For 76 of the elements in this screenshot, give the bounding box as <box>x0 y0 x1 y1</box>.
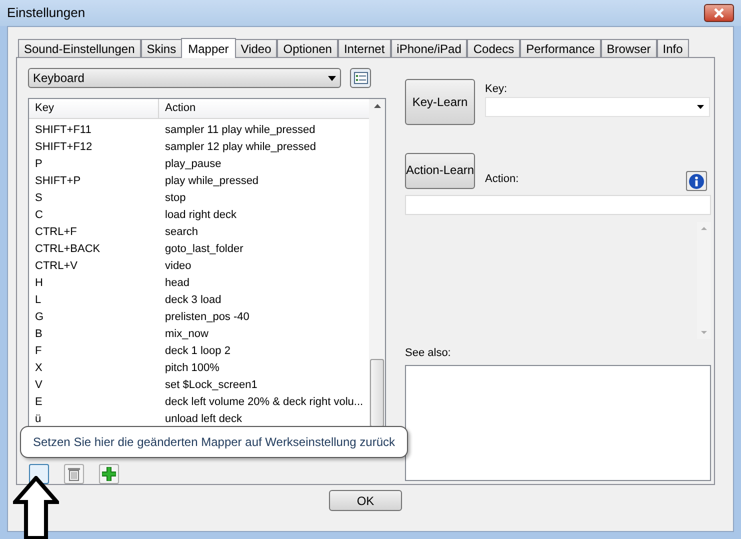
table-cell-text: deck left volume 20% & deck right volu... <box>164 395 364 410</box>
tab[interactable]: iPhone/iPad <box>390 39 468 57</box>
table-cell-text: stop <box>164 191 187 206</box>
table-cell-text: G <box>34 310 45 326</box>
ok-button[interactable]: OK <box>329 490 402 511</box>
plus-icon <box>102 467 116 481</box>
action-field[interactable] <box>405 195 711 215</box>
tab[interactable]: Performance <box>520 39 601 57</box>
scroll-up-icon <box>374 104 381 108</box>
table-cell-text: load right deck <box>164 208 238 224</box>
tab[interactable]: Mapper <box>181 38 236 58</box>
column-header[interactable]: Action <box>159 99 370 118</box>
trash-icon <box>68 467 80 481</box>
table-cell-text: SHIFT+F12 <box>34 140 94 156</box>
table-cell-text: sampler 12 play while_pressed <box>164 140 318 156</box>
table-cell-text: goto_last_folder <box>164 242 244 258</box>
delete-button[interactable] <box>64 464 84 484</box>
action-label: Action: <box>485 172 519 186</box>
table-cell-text: ü <box>34 412 42 428</box>
see-also-label: See also: <box>405 346 452 361</box>
table-cell-text: set $Lock_screen1 <box>164 378 258 394</box>
scroll-up-icon <box>701 227 707 230</box>
table-cell-text: E <box>34 395 44 410</box>
table-cell-text: mix_now <box>164 327 210 342</box>
mapper-dropdown[interactable]: Keyboard <box>28 68 341 88</box>
window-title: Einstellungen <box>7 4 86 22</box>
table-cell-text: pitch 100% <box>164 361 220 376</box>
table-cell-text: SHIFT+P <box>34 174 82 190</box>
tooltip: Setzen Sie hier die geänderten Mapper auf Werkseinstellung zurück <box>20 426 408 458</box>
table-cell-text: C <box>34 208 44 224</box>
dropdown-arrow-icon <box>697 105 704 109</box>
table-cell-text: video <box>164 259 192 274</box>
info-button[interactable] <box>686 171 707 191</box>
column-header[interactable]: Key <box>29 99 159 118</box>
tab[interactable]: Sound-Einstellungen <box>18 39 141 57</box>
table-cell-text: S <box>34 191 44 206</box>
table-cell-text: P <box>34 157 44 172</box>
table-cell-text: X <box>34 361 44 376</box>
table-cell-text: deck 3 load <box>164 293 222 308</box>
dropdown-arrow-icon <box>328 76 336 80</box>
scrollbar-thumb[interactable] <box>370 359 384 427</box>
tab[interactable]: Optionen <box>277 39 338 57</box>
table-cell-text: search <box>164 225 200 240</box>
list-icon <box>354 72 368 84</box>
table-cell-text: L <box>34 293 42 308</box>
tab[interactable]: Internet <box>338 39 391 57</box>
key-label: Key: <box>485 82 508 95</box>
table-cell-text: unload left deck <box>164 412 244 428</box>
table-cell-text: CTRL+F <box>34 225 78 240</box>
action-learn-button[interactable]: Action-Learn <box>405 153 475 189</box>
tab[interactable]: Skins <box>140 39 182 57</box>
tab[interactable]: Codecs <box>467 39 520 57</box>
close-button[interactable] <box>704 4 734 22</box>
table-cell-text: deck 1 loop 2 <box>164 344 232 360</box>
table-cell-text: head <box>164 276 190 292</box>
table-cell-text: B <box>34 327 44 342</box>
table-cell-text: play_pause <box>164 157 222 172</box>
table-cell-text: play while_pressed <box>164 174 260 190</box>
table-cell-text: F <box>34 344 43 360</box>
add-button[interactable] <box>99 464 119 484</box>
table-cell-text: prelisten_pos -40 <box>164 310 250 326</box>
table-cell-text: V <box>34 378 44 394</box>
tab[interactable]: Video <box>234 39 278 57</box>
tab[interactable]: Browser <box>600 39 657 57</box>
key-learn-button[interactable]: Key-Learn <box>405 79 475 125</box>
tab[interactable]: Info <box>656 39 689 57</box>
table-cell-text: CTRL+BACK <box>34 242 102 258</box>
table-cell-text: SHIFT+F11 <box>34 123 92 138</box>
list-view-button[interactable] <box>350 68 371 88</box>
info-icon <box>689 174 704 188</box>
close-icon <box>714 8 724 18</box>
table-cell-text: sampler 11 play while_pressed <box>164 123 316 138</box>
up-arrow-icon <box>13 476 59 539</box>
table-cell-text: CTRL+V <box>34 259 78 274</box>
table-cell-text: H <box>34 276 44 292</box>
scroll-down-icon <box>701 331 707 334</box>
